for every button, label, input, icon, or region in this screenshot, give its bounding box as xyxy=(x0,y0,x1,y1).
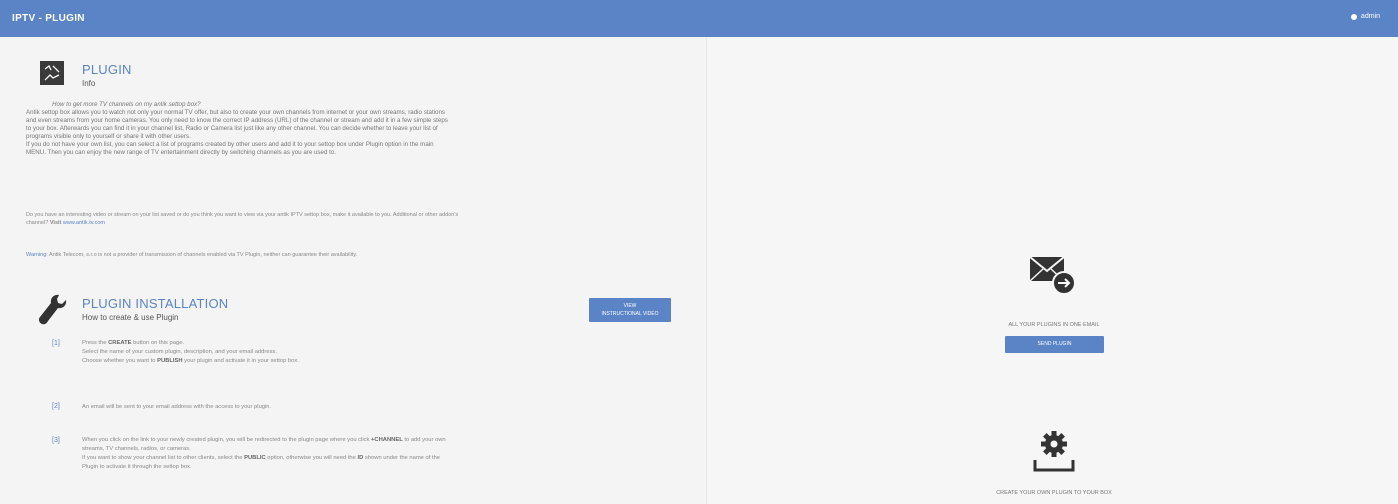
user-name: admin xyxy=(1360,13,1380,20)
step-line: streams, TV channels, radios, or cameras… xyxy=(82,446,191,452)
instructional-video-button[interactable]: VIEW INSTRUCTIONAL VIDEO xyxy=(589,298,671,322)
step-line: Press the CREATE button on this page. xyxy=(82,340,185,346)
mail-send-icon xyxy=(1030,256,1076,295)
user-icon xyxy=(1350,13,1357,20)
step-line: Select the name of your custom plugin, d… xyxy=(82,349,277,355)
step-text: Press the CREATE button on this page. Se… xyxy=(82,339,682,366)
info-question: How to get more TV channels on my antik … xyxy=(52,101,201,108)
send-plugin-button[interactable]: SEND PLUGIN xyxy=(1005,336,1104,353)
step-number: [2] xyxy=(52,403,60,410)
step-line: An email will be sent to your email addr… xyxy=(82,404,272,410)
gear-download-icon xyxy=(1033,431,1075,472)
install-title: PLUGIN INSTALLATION xyxy=(82,296,229,311)
step-number: [3] xyxy=(52,437,60,444)
info-extra: Do you have an interesting video or stre… xyxy=(26,211,686,227)
visit-link[interactable]: www.antik.tv.com xyxy=(63,220,105,226)
warning-text: Antik Telecom, s.r.o is not a provider o… xyxy=(49,252,358,258)
guide-button-line2: INSTRUCTIONAL VIDEO xyxy=(601,311,659,317)
user-menu[interactable]: admin xyxy=(1350,13,1380,20)
info-body: How to get more TV channels on my antik … xyxy=(26,101,686,157)
info-extra-line2: channel? xyxy=(26,220,49,226)
info-subtitle: Info xyxy=(82,79,96,88)
guide-button-line1: VIEW xyxy=(623,303,637,309)
step-text: An email will be sent to your email addr… xyxy=(82,403,682,412)
step-line: When you click on the link to your newly… xyxy=(82,437,446,443)
wrench-icon xyxy=(38,294,67,325)
create-label: CREATE YOUR OWN PLUGIN TO YOUR BOX xyxy=(996,490,1112,496)
step-line: Choose whether you want to PUBLISH your … xyxy=(82,358,299,364)
step-text: When you click on the link to your newly… xyxy=(82,436,682,472)
info-title: PLUGIN xyxy=(82,62,132,77)
info-body-line: and even streams from your home cameras.… xyxy=(26,117,448,124)
info-body-line: If you do not have your own list, you ca… xyxy=(26,141,434,148)
step-line: Plugin to activate it through the settop… xyxy=(82,464,192,470)
plugin-logo-svg xyxy=(40,61,64,85)
page-title: IPTV - PLUGIN xyxy=(12,13,85,24)
step-line: If you want to show your channel list to… xyxy=(82,455,441,461)
warning: Warning: Antik Telecom, s.r.o is not a p… xyxy=(26,251,686,259)
mail-label: ALL YOUR PLUGINS IN ONE EMAIL xyxy=(1008,322,1100,328)
info-extra-line: Do you have an interesting video or stre… xyxy=(26,212,459,218)
info-body-line: Antik settop box allows you to watch not… xyxy=(26,109,446,116)
plugin-logo-icon xyxy=(40,61,64,85)
info-body-line: to your box. Afterwards you can find it … xyxy=(26,125,438,132)
visit-label: Visit xyxy=(49,220,62,226)
info-body-line: programs visible only to yourself or sha… xyxy=(26,133,191,140)
warning-label: Warning: xyxy=(26,252,48,258)
install-subtitle: How to create & use Plugin xyxy=(82,313,179,322)
top-bar: IPTV - PLUGIN admin xyxy=(0,0,1398,37)
step-number: [1] xyxy=(52,340,60,347)
info-body-line: MENU. Then you can enjoy the new range o… xyxy=(26,149,337,156)
